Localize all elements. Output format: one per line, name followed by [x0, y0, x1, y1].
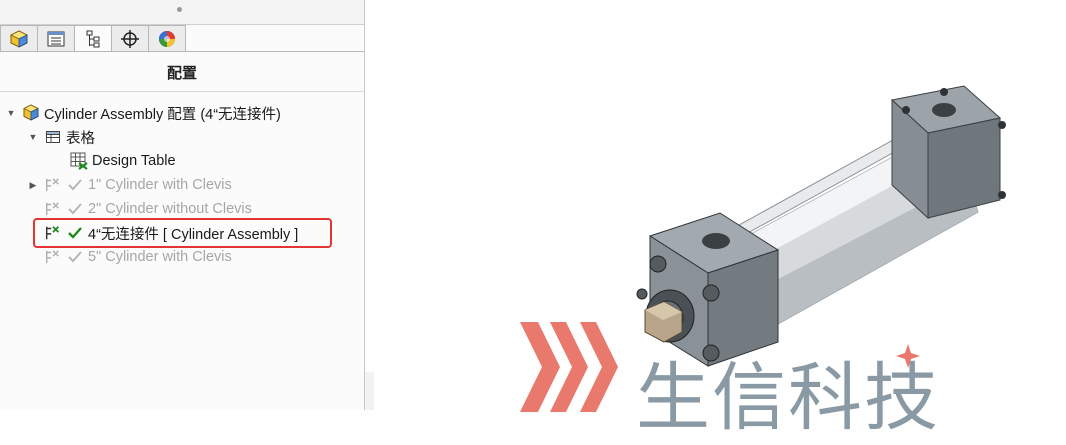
tree-item-label: 表格 [66, 130, 95, 147]
configuration-manager-icon [86, 30, 100, 48]
configuration-manager-panel: 配置 ▼ Cylinder Assembly 配置 (4“无连接件) ▼ 表格 … [0, 0, 365, 410]
expand-arrow-icon[interactable]: ▶ [28, 180, 38, 190]
tab-configuration-manager[interactable] [74, 25, 112, 52]
watermark-star-icon [896, 344, 920, 368]
table-folder-icon [44, 128, 62, 146]
tree-item-root[interactable]: ▼ Cylinder Assembly 配置 (4“无连接件) [6, 102, 281, 124]
checkmark-icon [66, 176, 84, 194]
panel-title: 配置 [166, 65, 197, 82]
tree-item-label: 2" Cylinder without Clevis [88, 201, 252, 217]
feature-manager-icon [10, 29, 28, 48]
tree-item-label: Design Table [92, 153, 176, 169]
checkmark-icon [66, 200, 84, 218]
tree-item-label: 5" Cylinder with Clevis [88, 249, 232, 265]
tab-display-manager[interactable] [148, 25, 186, 51]
panel-splitter[interactable] [364, 372, 374, 410]
configuration-icon [44, 248, 62, 266]
tree-item-label: 1" Cylinder with Clevis [88, 177, 232, 193]
property-manager-icon [47, 31, 65, 46]
manager-tabs [0, 25, 186, 52]
tabs-divider [0, 51, 364, 52]
collapse-arrow-icon[interactable]: ▼ [28, 132, 38, 142]
panel-grip-bar[interactable] [0, 0, 364, 25]
title-divider [0, 91, 364, 92]
tree-item-tables[interactable]: ▼ 表格 [28, 126, 95, 148]
tree-item-label: Cylinder Assembly 配置 (4“无连接件) [44, 106, 281, 123]
collapse-arrow-icon[interactable]: ▼ [6, 108, 16, 118]
crosshair-icon [121, 29, 139, 48]
highlight-box [33, 218, 332, 248]
watermark-text: 生信科技 [636, 355, 940, 441]
tree-item-design-table[interactable]: Design Table [70, 150, 176, 172]
tab-dimxpert-manager[interactable] [111, 25, 149, 51]
checkmark-icon [66, 248, 84, 266]
tab-feature-manager[interactable] [0, 25, 38, 51]
tree-item-config-1[interactable]: ▶ 1" Cylinder with Clevis [28, 174, 232, 196]
grip-handle-icon[interactable] [177, 7, 182, 12]
tree-item-config-2[interactable]: 2" Cylinder without Clevis [44, 198, 252, 220]
tab-property-manager[interactable] [37, 25, 75, 51]
display-manager-icon [159, 30, 175, 47]
tree-item-config-4[interactable]: 5" Cylinder with Clevis [44, 246, 232, 268]
assembly-icon [22, 104, 40, 122]
design-table-icon [70, 152, 88, 170]
graphics-viewport[interactable]: 生信科技 [374, 0, 1066, 441]
configuration-icon [44, 200, 62, 218]
configuration-icon [44, 176, 62, 194]
